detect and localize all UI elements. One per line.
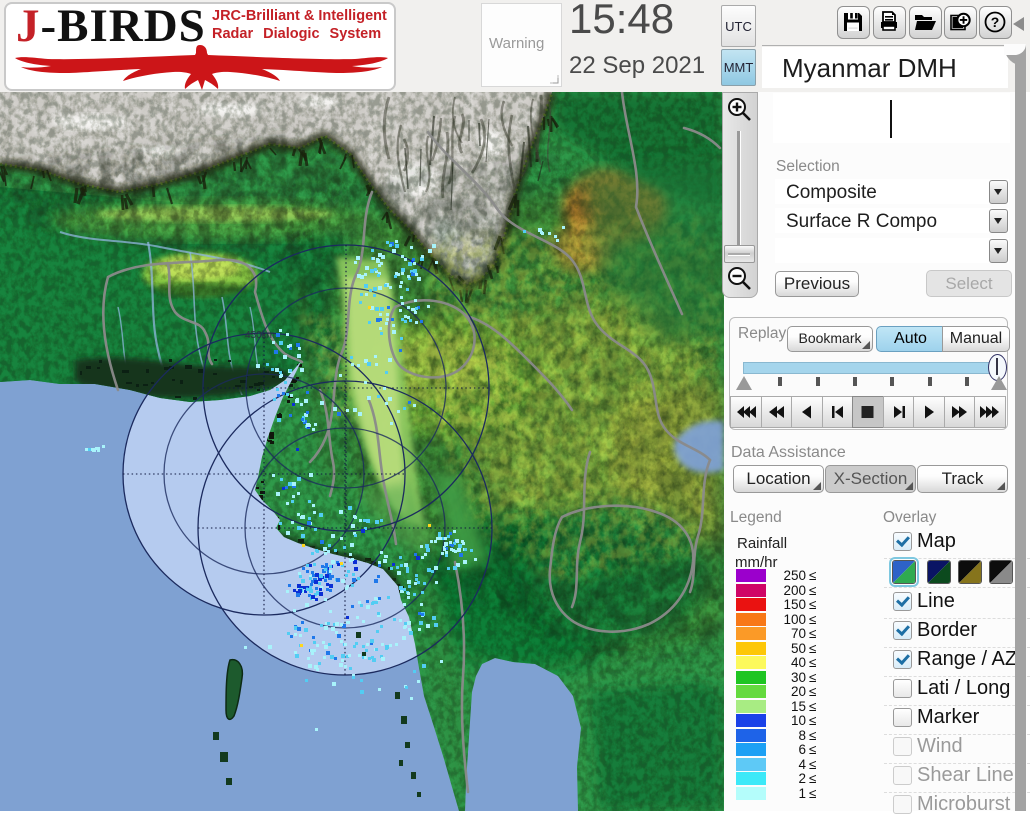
svg-text:450km: 450km <box>245 330 275 341</box>
svg-text:?: ? <box>991 14 1000 30</box>
